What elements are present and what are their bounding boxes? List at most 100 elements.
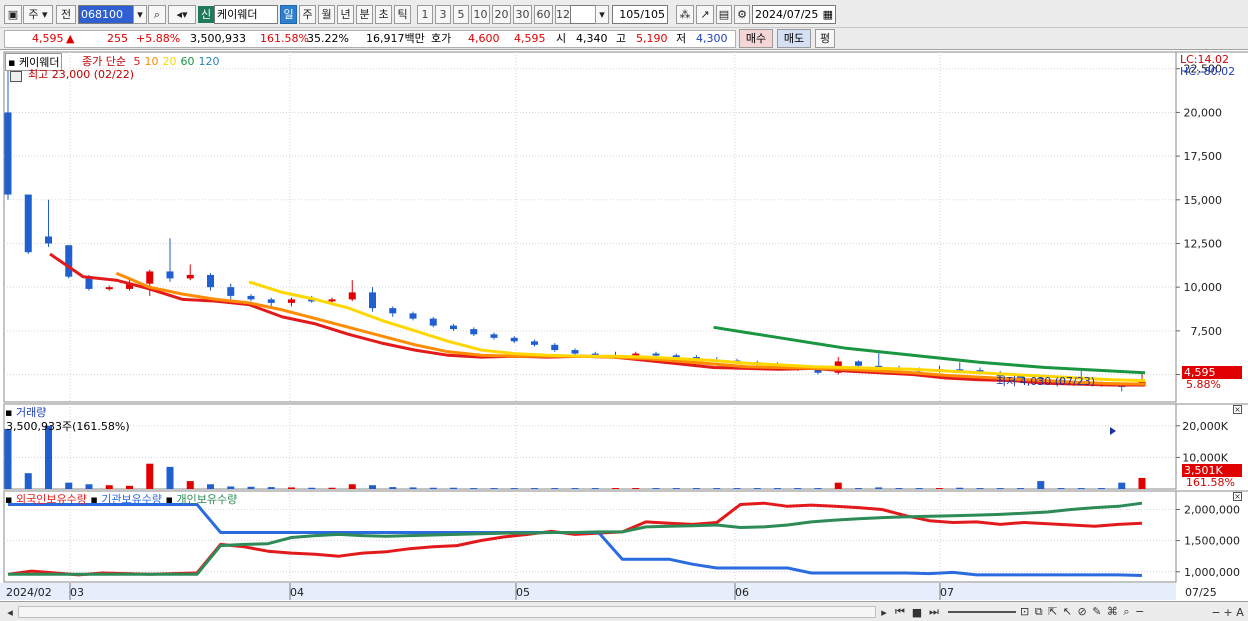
holder-panel-legend: ▪ 외국인보유수량 ▪ 기관보유수량 ▪ 개인보유수량 xyxy=(5,491,237,507)
low-value: 4,300 xyxy=(696,32,728,45)
forward-icon[interactable]: ⏭ xyxy=(927,605,941,619)
period-button-4[interactable]: 분 xyxy=(356,5,373,24)
calendar-small-icon[interactable] xyxy=(10,71,22,82)
volume-bar xyxy=(105,485,113,489)
candle-body xyxy=(267,299,275,303)
chart-canvas[interactable]: 2024/02 03 04 05 06 07 07/2522,50020,00017,500… xyxy=(0,51,1248,621)
font-size-icon[interactable]: A xyxy=(1234,605,1246,619)
rewind-icon[interactable]: ⏮ xyxy=(893,605,907,619)
avg-button[interactable]: 평 xyxy=(815,29,835,48)
scroll-right-icon[interactable]: ▸ xyxy=(878,605,890,619)
panel-toggle-icon[interactable]: ▪ xyxy=(90,493,97,506)
volume-value: 3,500,933 xyxy=(190,32,246,45)
volume-bar xyxy=(652,488,660,489)
interval-button-5[interactable]: 5 xyxy=(453,5,469,24)
bid-value: 4,595 xyxy=(514,32,546,45)
close-panel-icon[interactable]: × xyxy=(1233,405,1242,414)
interval-button-3[interactable]: 3 xyxy=(435,5,451,24)
scroll-left-icon[interactable]: ◂ xyxy=(4,605,16,619)
calendar-icon[interactable]: ▦ xyxy=(823,6,833,23)
candle-body xyxy=(207,274,214,288)
amount-value: 16,917백만 xyxy=(366,32,425,45)
period-button-1[interactable]: 주 xyxy=(299,5,316,24)
toolbar-top: ▣ 주 ▾ 전 068100 ▾ ⌕ ◂▾ 신 케이웨더 일주월년분초틱 135… xyxy=(0,0,1248,28)
search-icon[interactable]: ⌕ xyxy=(148,5,166,24)
date-value: 2024/07/25 xyxy=(755,8,819,21)
volume-bar xyxy=(875,487,883,489)
ma-period-120: 120 xyxy=(198,55,220,68)
compare-icon[interactable]: ⁂ xyxy=(676,5,694,24)
x-tick-label: 05 xyxy=(516,586,530,599)
volume-bar xyxy=(1017,488,1024,489)
period-button-0[interactable]: 일 xyxy=(280,5,297,24)
zoom-in-icon[interactable]: + xyxy=(1222,605,1234,619)
volume-bar xyxy=(713,488,721,489)
volume-bar xyxy=(753,488,761,489)
panel-toggle-icon[interactable]: ▪ xyxy=(8,56,15,69)
volume-bar xyxy=(591,488,599,489)
x-tick-label: 04 xyxy=(290,586,304,599)
x-tick-label: 06 xyxy=(735,586,749,599)
count-value: 105 xyxy=(619,8,641,21)
quote-bar: 4,595 ▲ 255 +5.88% 3,500,933 161.58% 35.… xyxy=(0,28,1248,50)
volume-bar xyxy=(308,487,316,489)
volume-bar xyxy=(409,487,417,489)
interval-button-1[interactable]: 1 xyxy=(417,5,433,24)
volume-bar xyxy=(126,485,133,489)
volume-bar xyxy=(1037,481,1045,489)
period-mode-button[interactable]: 전 xyxy=(56,5,76,24)
candle-body xyxy=(85,278,93,289)
speaker-icon[interactable]: ◂▾ xyxy=(168,5,196,24)
interval-button-20[interactable]: 20 xyxy=(492,5,511,24)
period-button-2[interactable]: 월 xyxy=(318,5,335,24)
code-input[interactable]: 068100 xyxy=(78,5,134,24)
code-dropdown-icon[interactable]: ▾ xyxy=(133,5,147,24)
close-panel-icon[interactable]: × xyxy=(1233,492,1242,501)
price-value: 4,595 xyxy=(32,32,64,45)
new-badge: 신 xyxy=(198,6,214,23)
settings-icon[interactable]: ⚙ xyxy=(734,5,750,24)
stock-name-field[interactable]: 케이웨더 xyxy=(214,5,278,24)
zoom-slider[interactable] xyxy=(948,611,1016,613)
last-volume-pct: 161.58% xyxy=(1186,476,1235,489)
interval-dropdown-icon[interactable]: ▾ xyxy=(595,5,609,24)
ma-period-20: 20 xyxy=(162,55,177,68)
stop-icon[interactable]: ■ xyxy=(910,605,924,619)
ma-periods: 5 10 20 60 120 xyxy=(129,55,219,68)
period-button-6[interactable]: 틱 xyxy=(394,5,411,24)
volume-bar xyxy=(1098,488,1105,489)
panel-toggle-icon[interactable]: ▪ xyxy=(5,493,12,506)
layout-icon[interactable]: ▣ xyxy=(4,5,22,24)
candle-body xyxy=(429,318,437,326)
high-value: 5,190 xyxy=(636,32,668,45)
count-field[interactable]: 105/105 xyxy=(612,5,668,24)
open-value: 4,340 xyxy=(576,32,608,45)
date-field[interactable]: 2024/07/25 ▦ xyxy=(752,5,836,24)
candle-body xyxy=(166,271,174,279)
tool-icons[interactable]: ⊡ ⧉ ⇱ ↖ ⊘ ✎ ⌘ ⌕ − xyxy=(1020,605,1220,619)
volume-bar xyxy=(551,488,559,489)
buy-button[interactable]: 매수 xyxy=(739,29,773,48)
scroll-track[interactable] xyxy=(18,606,876,618)
volume-bar xyxy=(267,487,275,489)
interval-button-30[interactable]: 30 xyxy=(513,5,532,24)
volume-bar xyxy=(45,425,52,489)
panel-toggle-icon[interactable]: ▪ xyxy=(166,493,173,506)
sell-button[interactable]: 매도 xyxy=(777,29,811,48)
zoom-out-icon[interactable]: − xyxy=(1210,605,1222,619)
period-button-3[interactable]: 년 xyxy=(337,5,354,24)
interval-button-10[interactable]: 10 xyxy=(471,5,490,24)
draw-icon[interactable]: ↗ xyxy=(696,5,714,24)
candle-body xyxy=(328,299,336,302)
volume-bar xyxy=(24,473,32,489)
period-button-5[interactable]: 초 xyxy=(375,5,392,24)
count-total: /105 xyxy=(640,8,665,21)
candle-body xyxy=(348,292,356,300)
market-select[interactable]: 주 ▾ xyxy=(23,5,53,24)
interval-button-60[interactable]: 60 xyxy=(534,5,553,24)
volume-bar xyxy=(531,488,538,489)
save-icon[interactable]: ▤ xyxy=(716,5,732,24)
hc-label: HC:-80.02 xyxy=(1180,65,1236,78)
y-tick-label: 20,000 xyxy=(1184,106,1223,119)
volume-bar xyxy=(247,486,255,489)
